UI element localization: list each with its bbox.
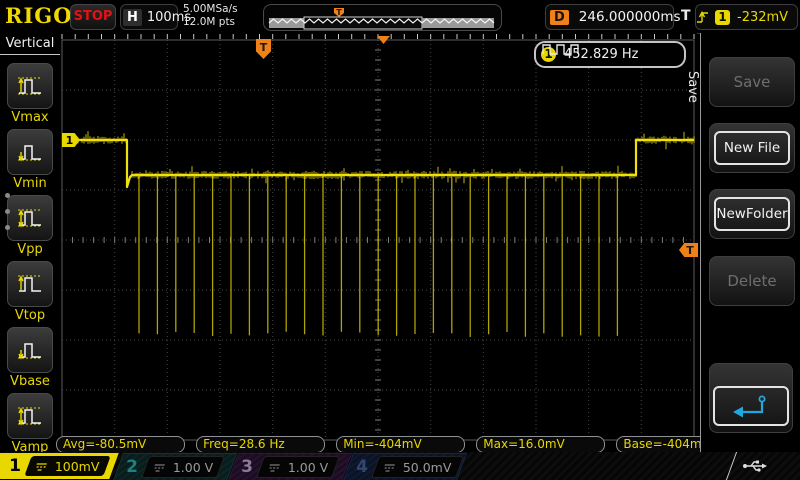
vmax-button[interactable]: [7, 63, 53, 109]
delay-label: D: [550, 10, 569, 25]
right-menu-tab: Save: [685, 71, 700, 103]
delete-button-label: Delete: [716, 266, 788, 296]
trigger-box[interactable]: 1 -232mV: [695, 4, 798, 30]
ground-coupling-icon: [33, 462, 48, 471]
ch1-waveform-spikes: [139, 175, 617, 337]
svg-text:T: T: [336, 8, 342, 17]
vmin-button[interactable]: [7, 129, 53, 175]
measurement-max[interactable]: Max=16.0mV: [476, 436, 605, 453]
trigger-label: T: [681, 8, 691, 24]
status-icons: [742, 457, 800, 480]
new-file-button[interactable]: New File: [709, 123, 795, 173]
menu-item-vamp[interactable]: Vamp: [0, 393, 60, 455]
vbase-icon: [17, 337, 43, 363]
delay-box[interactable]: D 246.000000ms: [545, 4, 674, 30]
save-button[interactable]: Save: [709, 57, 795, 107]
trigger-source-badge: 1: [715, 10, 730, 25]
channel-status-bar: 1 100mV 2 1.00 V 3 1.0: [0, 452, 800, 480]
channel-3-number: 3: [234, 457, 260, 477]
trigger-level-value: -232mV: [737, 10, 788, 25]
measurement-avg[interactable]: Avg=-80.5mV: [56, 436, 185, 453]
channel-3-scale: 1.00 V: [288, 460, 328, 475]
channel-1-number: 1: [0, 456, 28, 476]
top-bar: RIGOL STOP H 100ms 5.00MSa/s 12.0M pts T…: [0, 0, 800, 34]
channel-4-indicator[interactable]: 4 50.0mV: [343, 453, 467, 480]
vbase-button[interactable]: [7, 327, 53, 373]
left-menu-title: Vertical: [0, 33, 60, 55]
menu-item-vmin[interactable]: Vmin: [0, 129, 60, 191]
vpp-icon: [17, 205, 43, 231]
new-file-button-label: New File: [714, 131, 790, 165]
channel-4-scale: 50.0mV: [403, 460, 452, 475]
channel-1-scale: 100mV: [55, 459, 100, 474]
return-arrow-icon: [713, 386, 789, 426]
channel-3-indicator[interactable]: 3 1.00 V: [228, 453, 352, 480]
measurement-freq[interactable]: Freq=28.6 Hz: [196, 436, 325, 453]
ground-coupling-icon: [266, 463, 281, 472]
delete-button[interactable]: Delete: [709, 256, 795, 306]
horizontal-label: H: [123, 9, 142, 26]
horizontal-scale-box[interactable]: H 100ms: [120, 4, 178, 30]
measurement-row: Avg=-80.5mV Freq=28.6 Hz Min=-404mV Max=…: [56, 436, 751, 453]
menu-item-vbase[interactable]: Vbase: [0, 327, 60, 389]
vmax-icon: [17, 73, 43, 99]
waveform-overview[interactable]: T: [263, 4, 502, 31]
back-button[interactable]: [709, 363, 793, 433]
waveform-overview-strip: T: [264, 5, 501, 30]
rising-edge-icon: [696, 9, 710, 25]
menu-item-label: Vtop: [0, 308, 60, 323]
usb-icon: [742, 457, 768, 475]
channel-1-indicator[interactable]: 1 100mV: [0, 453, 119, 479]
vtop-button[interactable]: [7, 261, 53, 307]
menu-item-label: Vmin: [0, 176, 60, 191]
frequency-counter: 1 452.829 Hz: [534, 41, 686, 68]
measurement-min[interactable]: Min=-404mV: [336, 436, 465, 453]
ch1-waveform-trace: [76, 140, 694, 187]
left-menu: Vertical Vmax Vmin: [0, 33, 61, 452]
vpp-button[interactable]: [7, 195, 53, 241]
vamp-button[interactable]: [7, 393, 53, 439]
ground-coupling-icon: [151, 463, 166, 472]
menu-item-label: Vmax: [0, 110, 60, 125]
menu-item-vtop[interactable]: Vtop: [0, 261, 60, 323]
status-divider: [726, 452, 737, 480]
sample-rate: 5.00MSa/s: [183, 3, 238, 16]
ground-coupling-icon: [381, 463, 396, 472]
channel-2-indicator[interactable]: 2 1.00 V: [113, 453, 237, 480]
new-folder-button[interactable]: NewFolder: [709, 189, 795, 239]
channel-2-scale: 1.00 V: [173, 460, 213, 475]
save-button-label: Save: [716, 67, 788, 97]
waveform-display: 1 T T 1 452.829 Hz: [60, 33, 697, 452]
new-folder-button-label: NewFolder: [714, 197, 790, 231]
delay-value: 246.000000ms: [579, 9, 681, 25]
run-stop-status[interactable]: STOP: [70, 4, 116, 30]
channel-4-number: 4: [349, 457, 375, 477]
vamp-icon: [17, 403, 43, 429]
memory-depth: 12.0M pts: [183, 16, 238, 29]
channel-2-number: 2: [119, 457, 145, 477]
vtop-icon: [17, 271, 43, 297]
right-menu: Save Save New File NewFolder Delete: [700, 33, 800, 452]
square-wave-icon: [542, 43, 582, 56]
menu-item-label: Vbase: [0, 374, 60, 389]
vmin-icon: [17, 139, 43, 165]
oscilloscope-screen: RIGOL STOP H 100ms 5.00MSa/s 12.0M pts T…: [0, 0, 800, 480]
acquisition-info: 5.00MSa/s 12.0M pts: [183, 3, 238, 29]
graticule: [60, 33, 697, 452]
menu-item-vmax[interactable]: Vmax: [0, 63, 60, 125]
menu-item-label: Vpp: [0, 242, 60, 257]
menu-page-indicator: [5, 193, 10, 241]
